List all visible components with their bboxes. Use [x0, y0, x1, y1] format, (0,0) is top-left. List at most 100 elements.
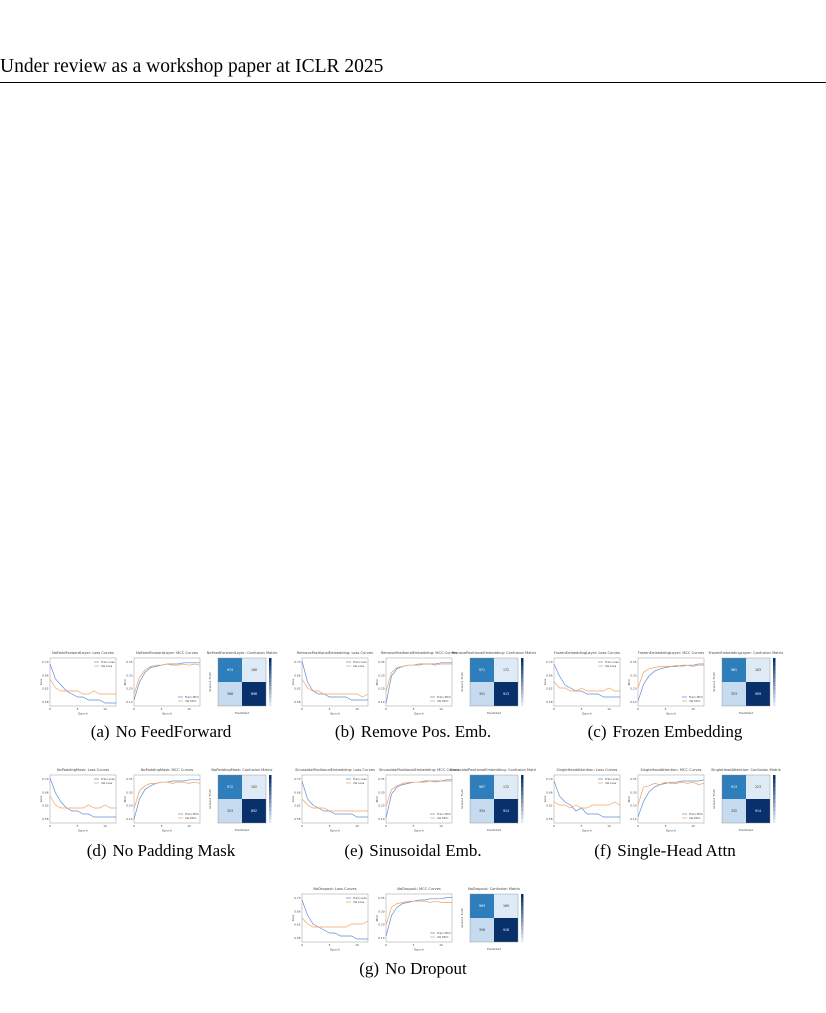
caption-text: No Dropout — [385, 959, 467, 978]
caption-text: No Padding Mask — [112, 841, 236, 860]
colorbar-segment — [269, 658, 272, 662]
x-tick-label: 5 — [581, 707, 583, 711]
legend-entry: Val Loss — [101, 664, 113, 668]
caption-text: Remove Pos. Emb. — [360, 722, 492, 741]
colorbar-segment — [521, 698, 524, 702]
y-tick-label: 0.66 — [294, 673, 300, 677]
colorbar-segment — [773, 775, 776, 779]
colorbar-segment — [773, 662, 776, 666]
y-axis-label: Loss — [291, 795, 295, 802]
mcc-plot: SinusoidalPositionalEmbedding: MCC Curve… — [375, 768, 459, 833]
plot-title: NoFeedForwardLayer: Confusion Matrix — [207, 651, 278, 655]
confusion-matrix: FrozenEmbeddingLayer: Confusion Matrix 96… — [709, 651, 785, 715]
mcc-plot: RemovePositionalEmbedding: MCC Curves 0.3… — [375, 651, 457, 716]
y-tick-label: 0.66 — [42, 790, 48, 794]
x-tick-label: 5 — [329, 943, 331, 947]
x-tick-label: 0 — [553, 707, 555, 711]
y-tick-label: 0.30 — [378, 790, 384, 794]
legend-entry: Val Loss — [353, 900, 365, 904]
colorbar-segment — [269, 702, 272, 706]
colorbar — [773, 775, 776, 823]
legend-entry: Val Loss — [605, 664, 617, 668]
colorbar-segment — [269, 698, 272, 702]
y-axis-label: MCC — [123, 796, 127, 803]
x-tick-label: 0 — [385, 943, 387, 947]
x-axis-label: Epoch — [78, 829, 87, 833]
cm-cell-value: 354 — [479, 809, 485, 813]
legend-entry: Val MCC — [689, 699, 700, 703]
colorbar-segment — [773, 678, 776, 682]
x-axis-label: Predicted — [487, 828, 501, 832]
cm-cell-value: 913 — [503, 692, 509, 696]
colorbar-segment — [269, 803, 272, 807]
colorbar-segment — [773, 666, 776, 670]
y-tick-label: 0.66 — [294, 909, 300, 913]
y-tick-label: 0.62 — [294, 923, 300, 927]
mcc-plot: FrozenEmbeddingLayer: MCC Curves 0.35 0.30… — [627, 651, 705, 716]
colorbar-segment — [269, 686, 272, 690]
x-axis-label: Epoch — [78, 712, 87, 716]
y-tick-label: 0.10 — [630, 700, 636, 704]
val-line — [133, 781, 201, 809]
subfigure-b: RemovePositionalEmbedding: Loss Curves 0.… — [290, 648, 537, 728]
y-axis-label: Loss — [543, 795, 547, 802]
y-tick-label: 0.30 — [126, 673, 132, 677]
colorbar — [773, 658, 776, 706]
y-tick-label: 0.30 — [378, 909, 384, 913]
colorbar-segment — [521, 775, 524, 779]
plot-title: NoDropout: MCC Curves — [397, 887, 441, 891]
colorbar-segment — [773, 682, 776, 686]
y-tick-label: 0.20 — [378, 687, 384, 691]
caption-text: No FeedForward — [115, 722, 232, 741]
y-tick-label: 0.35 — [630, 660, 636, 664]
cm-cell-value: 961 — [731, 668, 737, 672]
caption-a: (a) No FeedForward — [38, 722, 284, 742]
colorbar — [269, 775, 272, 823]
y-tick-label: 0.30 — [630, 673, 636, 677]
subfigure-svg: NoFeedForwardLayer: Loss Curves 0.70 0.66 0… — [39, 651, 278, 716]
caption-d: (d) No Padding Mask — [38, 841, 284, 861]
colorbar-segment — [521, 894, 524, 898]
y-tick-label: 0.58 — [546, 700, 552, 704]
colorbar-segment — [521, 795, 524, 799]
caption-label: (g) — [359, 959, 380, 978]
running-header: Under review as a workshop paper at ICLR… — [0, 56, 384, 77]
y-tick-label: 0.58 — [546, 817, 552, 821]
colorbar-segment — [521, 938, 524, 942]
x-tick-label: 10 — [439, 943, 443, 947]
cm-cell-value: 892 — [251, 809, 257, 813]
plot-title: NoFeedForwardLayer: Loss Curves — [52, 651, 114, 655]
x-tick-label: 10 — [103, 824, 107, 828]
x-tick-label: 10 — [187, 824, 191, 828]
colorbar-segment — [269, 811, 272, 815]
y-tick-label: 0.35 — [126, 660, 132, 664]
val-line — [385, 780, 452, 807]
x-tick-label: 10 — [355, 824, 359, 828]
y-axis-label: Loss — [291, 914, 295, 921]
y-tick-label: 0.20 — [378, 923, 384, 927]
subfigure-svg: RemovePositionalEmbedding: Loss Curves 0.… — [291, 651, 537, 716]
plot-title: NoDropout: Loss Curves — [313, 887, 356, 891]
x-axis-label: Epoch — [666, 712, 675, 716]
subfigure-svg: NoDropout: Loss Curves0.700.660.620.580 5… — [291, 887, 524, 952]
x-axis-label: Predicted — [235, 711, 249, 715]
cm-cell-value: 896 — [251, 692, 257, 696]
colorbar-segment — [773, 702, 776, 706]
cm-cell-value: 909 — [755, 692, 761, 696]
mcc-plot: NoFeedForwardLayer: MCC Curves 0.35 0.30 0.… — [123, 651, 201, 716]
caption-text: Frozen Embedding — [612, 722, 743, 741]
confusion-matrix: NoFeedForwardLayer: Confusion Matrix 974 1… — [207, 651, 278, 715]
mcc-plot: NoDropout: MCC Curves 0.35 0.30 0.20 0.100 5 1… — [375, 887, 453, 952]
cm-cell-value: 223 — [755, 785, 761, 789]
colorbar-segment — [521, 902, 524, 906]
colorbar-segment — [521, 658, 524, 662]
caption-text: Sinusoidal Emb. — [369, 841, 482, 860]
y-tick-label: 0.62 — [294, 687, 300, 691]
y-tick-label: 0.62 — [42, 804, 48, 808]
confusion-matrix: NoPaddingMask: Confusion Matrix 972 192 353… — [208, 768, 273, 832]
caption-label: (d) — [86, 841, 107, 860]
mcc-plot: SingleHeadAttention: MCC Curves 0.35 0.30 0… — [627, 768, 705, 833]
x-axis-label: Predicted — [487, 947, 501, 951]
loss-plot: SingleHeadAttention: Loss Curves 0.70 0.66… — [543, 768, 621, 833]
x-tick-label: 5 — [161, 707, 163, 711]
